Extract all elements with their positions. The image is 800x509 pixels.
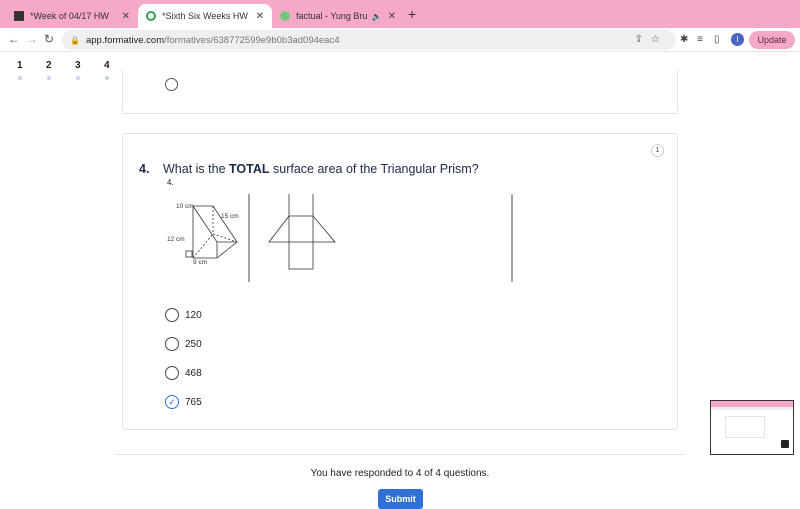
answer-label: 120 [185,309,202,321]
check-icon[interactable]: ✓ [165,395,179,409]
answer-option[interactable]: 250 [165,336,202,352]
answer-radio[interactable] [165,337,179,351]
answer-radio[interactable] [165,308,179,322]
answer-option[interactable]: 120 [165,307,202,323]
browser-tab-bar: *Week of 04/17 HW ✕ *Sixth Six Weeks HW … [0,0,800,28]
question-card: 1 4. What is the TOTAL surface area of t… [122,133,678,430]
dim-label: 12 cm [167,236,185,243]
question-nav-2[interactable]: 2 [46,60,52,71]
answer-radio[interactable] [165,78,178,91]
tab-title: factual - Yung Bruh [296,11,368,21]
answer-option-selected[interactable]: ✓ 765 [165,394,202,410]
update-button[interactable]: Update [749,31,795,49]
triangular-prism-figure: 10 cm 15 cm 12 cm 9 cm [167,194,513,282]
answer-option[interactable]: 468 [165,365,202,381]
image-label: 4. [167,178,174,187]
answer-label: 250 [185,338,202,350]
question-status-dot [47,76,51,80]
footer-divider [115,454,685,455]
question-status-dot [18,76,22,80]
screen-preview-thumbnail[interactable] [710,400,794,455]
submit-button[interactable]: Submit [378,489,423,509]
calendar-icon [14,11,24,21]
tab-title: *Sixth Six Weeks HW #3: Surfa [162,11,250,21]
forward-icon[interactable]: → [26,32,38,46]
tab-title: *Week of 04/17 HW [30,11,109,21]
answer-label: 468 [185,367,202,379]
question-number: 4. [139,162,150,176]
tab-sixth-six-weeks[interactable]: *Sixth Six Weeks HW #3: Surfa ✕ [138,4,272,28]
dim-label: 15 cm [221,213,239,220]
back-icon[interactable]: ← [8,32,20,46]
profile-avatar[interactable]: I [731,33,744,46]
question-status-dot [105,76,109,80]
lock-icon: 🔒 [70,35,80,45]
address-bar[interactable]: 🔒 app.formative.com /formatives/63877259… [62,30,676,50]
tab-factual[interactable]: factual - Yung Bruh 🔈 ✕ [272,4,404,28]
dim-label: 9 cm [193,259,207,266]
answer-radio[interactable] [165,366,179,380]
points-badge: 1 [651,144,664,157]
music-icon [280,11,290,21]
question-nav-4[interactable]: 4 [104,60,110,71]
side-panel-icon[interactable]: ▯ [714,34,720,45]
reload-icon[interactable]: ↻ [44,32,54,46]
share-and-star-icons[interactable]: ⇪☆ [635,34,668,45]
question-nav-1[interactable]: 1 [17,60,23,71]
answer-label: 765 [185,396,202,408]
close-icon[interactable]: ✕ [388,11,396,22]
close-icon[interactable]: ✕ [256,11,264,22]
speaker-icon[interactable]: 🔈 [372,12,382,21]
previous-question-card [122,70,678,114]
formative-icon [146,11,156,21]
browser-toolbar: ← → ↻ 🔒 app.formative.com /formatives/63… [0,28,800,52]
responded-status: You have responded to 4 of 4 questions. [310,468,490,479]
url-host: app.formative.com [85,34,165,46]
url-path: /formatives/638772599e9b0b3ad094eac4 [164,34,340,46]
question-status-dot [76,76,80,80]
new-tab-icon[interactable]: + [408,6,416,22]
question-nav-3[interactable]: 3 [75,60,81,71]
question-text: What is the TOTAL surface area of the Tr… [163,162,479,176]
dim-label: 10 cm [176,203,194,210]
reading-list-icon[interactable]: ≡ [697,34,703,45]
close-icon[interactable]: ✕ [122,11,130,22]
extensions-icon[interactable]: ✱ [680,34,688,45]
tab-week-hw[interactable]: *Week of 04/17 HW ✕ [6,4,138,28]
